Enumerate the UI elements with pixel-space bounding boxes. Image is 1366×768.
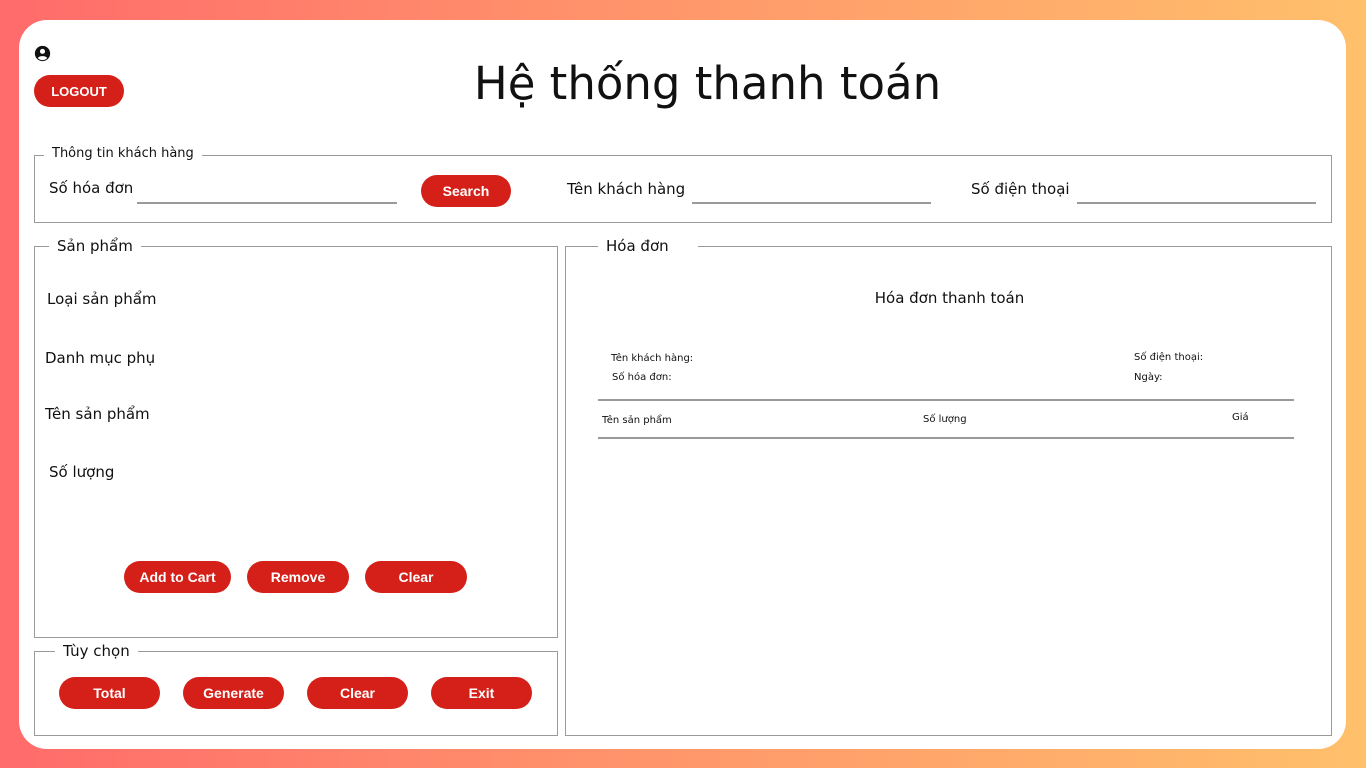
search-button[interactable]: Search bbox=[421, 175, 511, 207]
invoice-table-top-border bbox=[598, 399, 1294, 401]
total-button[interactable]: Total bbox=[59, 677, 160, 709]
customer-name-field-underline bbox=[692, 202, 931, 204]
invoice-number-label: Số hóa đơn: bbox=[612, 372, 672, 383]
page-title: Hệ thống thanh toán bbox=[473, 57, 942, 110]
invoice-date-label: Ngày: bbox=[1134, 372, 1163, 383]
invoice-group: Hóa đơn Hóa đơn thanh toán Tên khách hàn… bbox=[565, 237, 1332, 736]
remove-button[interactable]: Remove bbox=[247, 561, 349, 593]
customer-name-label: Tên khách hàng bbox=[567, 180, 686, 198]
phone-field[interactable] bbox=[1077, 174, 1316, 200]
invoice-legend: Hóa đơn bbox=[598, 237, 698, 255]
invoice-phone-label: Số điện thoại: bbox=[1134, 352, 1204, 363]
customer-info-group: Thông tin khách hàng Số hóa đơn Search T… bbox=[34, 146, 1332, 223]
invoice-heading: Hóa đơn thanh toán bbox=[874, 289, 1025, 307]
customer-name-field[interactable] bbox=[692, 174, 931, 200]
invoice-customer-name-label: Tên khách hàng: bbox=[611, 353, 694, 364]
invoice-col-product-name: Tên sản phẩm bbox=[602, 415, 672, 426]
add-to-cart-button[interactable]: Add to Cart bbox=[124, 561, 231, 593]
phone-label: Số điện thoại bbox=[971, 180, 1070, 198]
products-clear-button[interactable]: Clear bbox=[365, 561, 467, 593]
invoice-col-quantity: Số lượng bbox=[923, 414, 967, 425]
options-clear-button[interactable]: Clear bbox=[307, 677, 408, 709]
subcategory-label: Danh mục phụ bbox=[45, 349, 156, 367]
generate-button[interactable]: Generate bbox=[183, 677, 284, 709]
main-window: LOGOUT Hệ thống thanh toán Thông tin khá… bbox=[19, 20, 1346, 749]
quantity-label: Số lượng bbox=[49, 463, 115, 481]
invoice-col-price: Giá bbox=[1232, 412, 1249, 423]
category-label: Loại sản phẩm bbox=[47, 290, 157, 308]
products-group: Sản phẩm Loại sản phẩm Danh mục phụ Tên … bbox=[34, 237, 558, 638]
options-group: Tùy chọn Total Generate Clear Exit bbox=[34, 642, 558, 736]
customer-info-legend: Thông tin khách hàng bbox=[44, 146, 202, 161]
invoice-no-label: Số hóa đơn bbox=[49, 179, 134, 197]
invoice-table-header-border bbox=[598, 437, 1294, 439]
exit-button[interactable]: Exit bbox=[431, 677, 532, 709]
products-legend: Sản phẩm bbox=[49, 237, 141, 255]
options-legend: Tùy chọn bbox=[55, 642, 138, 660]
invoice-no-field[interactable] bbox=[137, 174, 397, 200]
product-name-label: Tên sản phẩm bbox=[45, 405, 150, 423]
invoice-no-field-underline bbox=[137, 202, 397, 204]
phone-field-underline bbox=[1077, 202, 1316, 204]
